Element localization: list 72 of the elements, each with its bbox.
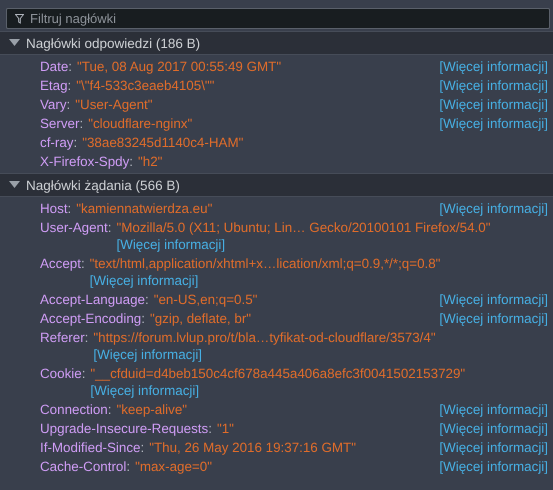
filter-icon <box>15 14 24 24</box>
more-info-link[interactable]: [Więcej informacji] <box>439 96 548 113</box>
header-value: "Tue, 08 Aug 2017 00:55:49 GMT" <box>77 58 282 75</box>
more-info-link[interactable]: [Więcej informacji] <box>439 401 548 418</box>
header-name: Cache-Control <box>40 458 126 475</box>
colon: : <box>126 458 130 475</box>
header-name: Accept-Language <box>40 291 145 308</box>
more-info-link[interactable]: [Więcej informacji] <box>439 458 548 475</box>
section-title: Nagłówki żądania (566 B) <box>26 178 180 192</box>
section-header[interactable]: Nagłówki odpowiedzi (186 B) <box>0 31 553 55</box>
header-name: Accept <box>40 255 81 273</box>
more-info-link[interactable]: [Więcej informacji] <box>439 420 548 437</box>
header-value: "__cfduid=d4beb150c4cf678a445a406a8efc3f0041502153729" <box>90 365 466 382</box>
header-name: Date <box>40 58 68 75</box>
header-value: "1" <box>216 420 234 437</box>
colon: : <box>208 420 212 437</box>
header-value: "max-age=0" <box>135 458 212 475</box>
colon: : <box>108 401 112 418</box>
header-value: "en-US,en;q=0.5" <box>154 291 258 308</box>
more-info-link[interactable]: [Więcej informacji] <box>90 272 198 289</box>
colon: : <box>129 153 134 170</box>
section-title: Nagłówki odpowiedzi (186 B) <box>26 36 200 50</box>
header-name: Server <box>40 115 80 132</box>
header-value: "38ae83245d1140c4-HAM" <box>82 134 244 151</box>
filter-field[interactable]: Filtruj nagłówki <box>6 8 550 29</box>
more-info-link[interactable]: [Więcej informacji] <box>439 291 548 308</box>
more-info-link[interactable]: [Więcej informacji] <box>90 382 200 399</box>
header-name: Connection <box>40 401 108 418</box>
header-value: "\"f4-533c3eaeb4105\"" <box>76 77 214 94</box>
header-value: "keep-alive" <box>116 401 188 418</box>
header-name: Cookie <box>40 365 82 383</box>
header-name: Etag <box>40 77 68 94</box>
header-name: X-Firefox-Spdy <box>40 153 130 170</box>
colon: : <box>84 329 88 347</box>
colon: : <box>73 134 78 151</box>
more-info-link[interactable]: [Więcej informacji] <box>439 115 548 132</box>
header-name: Upgrade-Insecure-Requests <box>40 420 208 437</box>
header-name: Referer <box>40 329 85 347</box>
colon: : <box>144 291 149 308</box>
header-name: Accept-Encoding <box>40 310 142 327</box>
header-name: cf-ray <box>40 134 74 151</box>
header-value: "text/html,application/xhtml+x…lication/xml;q=0.9,*/*;q=0.8" <box>90 255 440 272</box>
more-info-link[interactable]: [Więcej informacji] <box>439 439 548 456</box>
colon: : <box>68 200 72 217</box>
header-value: "cloudflare-nginx" <box>88 115 192 132</box>
header-name: Vary <box>40 96 67 113</box>
header-value: "kamiennatwierdza.eu" <box>76 200 212 217</box>
more-info-link[interactable]: [Więcej informacji] <box>439 310 548 327</box>
colon: : <box>141 310 145 327</box>
colon: : <box>140 439 144 456</box>
colon: : <box>82 365 86 383</box>
more-info-link[interactable]: [Więcej informacji] <box>116 236 226 253</box>
colon: : <box>108 219 112 237</box>
colon: : <box>66 96 70 113</box>
section-header[interactable]: Nagłówki żądania (566 B) <box>0 173 553 197</box>
header-name: If-Modified-Since <box>40 439 140 456</box>
header-value: "https://forum.lvlup.pro/t/bla…tyfikat-od-cloudflare/3573/4" <box>93 329 436 346</box>
more-info-link[interactable]: [Więcej informacji] <box>439 77 548 94</box>
header-value: "User-Agent" <box>75 96 153 113</box>
header-value: "gzip, deflate, br" <box>150 310 252 327</box>
header-name: User-Agent <box>40 219 108 237</box>
colon: : <box>79 115 84 132</box>
header-name: Host <box>40 200 68 217</box>
colon: : <box>68 58 72 75</box>
colon: : <box>68 77 72 94</box>
header-value: "Thu, 26 May 2016 19:37:16 GMT" <box>149 439 356 456</box>
more-info-link[interactable]: [Więcej informacji] <box>439 58 548 75</box>
colon: : <box>80 255 85 273</box>
header-value: "Mozilla/5.0 (X11; Ubuntu; Lin… Gecko/20100101 Firefox/54.0" <box>116 219 490 236</box>
more-info-link[interactable]: [Więcej informacji] <box>93 346 202 363</box>
more-info-link[interactable]: [Więcej informacji] <box>439 200 548 217</box>
header-value: "h2" <box>138 153 162 170</box>
